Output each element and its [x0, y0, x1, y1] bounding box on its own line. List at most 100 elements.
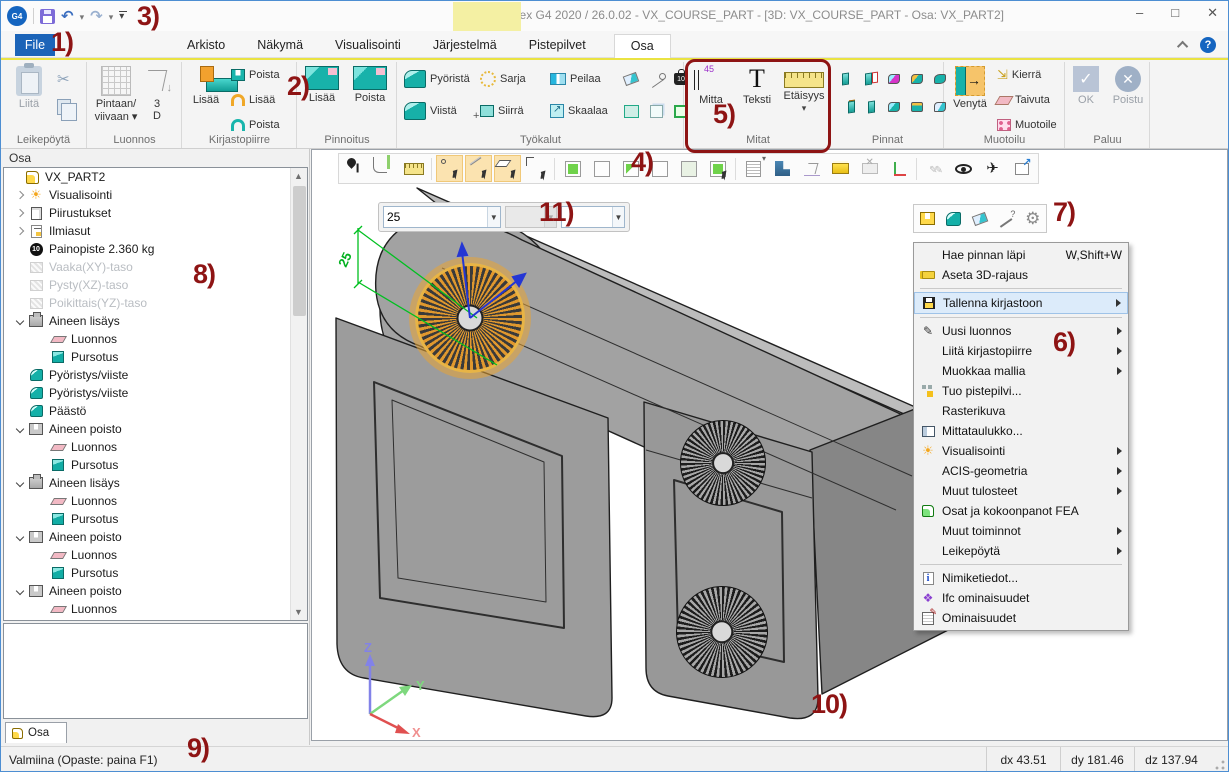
- tree-item[interactable]: Aineen lisäys: [4, 474, 307, 492]
- tree-item[interactable]: Pyöristys/viiste: [4, 384, 307, 402]
- tab-visualisointi[interactable]: Visualisointi: [319, 34, 417, 58]
- save-button[interactable]: [40, 9, 55, 24]
- tree-item[interactable]: Visualisointi: [4, 186, 307, 204]
- tree-item-root[interactable]: VX_PART2: [4, 168, 307, 186]
- panel-tab-osa[interactable]: Osa: [5, 722, 67, 743]
- surface-icon-1[interactable]: [840, 71, 856, 87]
- surface-icon-3[interactable]: [886, 71, 902, 87]
- expander-icon[interactable]: [12, 318, 28, 324]
- mirror-button[interactable]: Peilaa: [550, 70, 601, 88]
- tree-item[interactable]: 10Painopiste 2.360 kg: [4, 240, 307, 258]
- tab-jarjestelma[interactable]: Järjestelmä: [417, 34, 513, 58]
- tree-item[interactable]: Luonnos: [4, 330, 307, 348]
- app-logo-icon[interactable]: G4: [7, 6, 27, 26]
- text-button[interactable]: T Teksti: [737, 66, 777, 106]
- tree-item[interactable]: Pursotus: [4, 564, 307, 582]
- maximize-button[interactable]: □: [1171, 5, 1179, 21]
- expander-icon[interactable]: [12, 588, 28, 594]
- scrollbar-thumb[interactable]: [293, 186, 306, 316]
- chevron-down-icon[interactable]: ▼: [487, 207, 500, 227]
- chevron-down-icon[interactable]: ▼: [612, 207, 624, 227]
- measure-tool-button[interactable]: [650, 70, 666, 88]
- surface-icon-2[interactable]: [863, 71, 879, 87]
- tree-item[interactable]: Pursotus: [4, 456, 307, 474]
- tree-item[interactable]: Ilmiasut: [4, 222, 307, 240]
- expander-icon[interactable]: [12, 426, 28, 432]
- bend-button[interactable]: Taivuta: [997, 91, 1050, 109]
- paste-button[interactable]: Liitä: [3, 66, 55, 110]
- tree-item[interactable]: Pursotus: [4, 348, 307, 366]
- menu-item-liita-kirjastopiirre[interactable]: Liitä kirjastopiirre: [914, 341, 1128, 361]
- rotate-button[interactable]: Kierrä: [997, 66, 1041, 84]
- move-button[interactable]: Siirrä: [480, 102, 524, 120]
- close-button[interactable]: ✕: [1207, 5, 1218, 21]
- cut-button[interactable]: [57, 70, 70, 88]
- unit-input[interactable]: [562, 210, 612, 224]
- menu-item-tuo-pistepilvi[interactable]: Tuo pistepilvi...: [914, 381, 1128, 401]
- tree-item[interactable]: Aineen lisäys: [4, 312, 307, 330]
- library-remove2-button[interactable]: Poista: [231, 116, 280, 134]
- image-tool-button[interactable]: [624, 102, 639, 120]
- settings-gear-icon[interactable]: [1022, 208, 1044, 230]
- library-remove-button[interactable]: Poista: [231, 66, 280, 84]
- tree-item[interactable]: Luonnos: [4, 600, 307, 618]
- menu-item-visualisointi[interactable]: Visualisointi: [914, 441, 1128, 461]
- tree-item[interactable]: Vaaka(XY)-taso: [4, 258, 307, 276]
- wirecube-tool-button[interactable]: [650, 102, 663, 120]
- menu-item-leikepoyta[interactable]: Leikepöytä: [914, 541, 1128, 561]
- fillet-icon[interactable]: [943, 208, 965, 230]
- library-add-button[interactable]: Lisää: [231, 91, 275, 109]
- menu-item-mittataulukko[interactable]: Mittataulukko...: [914, 421, 1128, 441]
- surface-icon-7[interactable]: [863, 99, 879, 115]
- tree-item[interactable]: Luonnos: [4, 492, 307, 510]
- customize-toolbar-button[interactable]: [119, 10, 129, 22]
- tree-item[interactable]: Aineen poisto: [4, 528, 307, 546]
- stretch-button[interactable]: Venytä: [947, 66, 993, 110]
- exit-button[interactable]: ✕ Poistu: [1108, 66, 1148, 106]
- tree-item[interactable]: Luonnos: [4, 546, 307, 564]
- surface-icon-4[interactable]: [909, 71, 925, 87]
- menu-item-nimiketiedot[interactable]: iNimiketiedot...: [914, 568, 1128, 588]
- undo-button[interactable]: [61, 7, 74, 26]
- menu-item-ifc-ominaisuudet[interactable]: Ifc ominaisuudet: [914, 588, 1128, 608]
- tab-osa[interactable]: Osa: [614, 34, 671, 58]
- copy-button[interactable]: [57, 98, 71, 116]
- coating-remove-button[interactable]: Poista: [348, 66, 392, 104]
- distance-button[interactable]: Etäisyys: [779, 66, 829, 114]
- menu-item-hae-pinnan-lapi[interactable]: Hae pinnan läpiW,Shift+W: [914, 245, 1128, 265]
- surface-icon-9[interactable]: [909, 99, 925, 115]
- tree-item[interactable]: Piirustukset: [4, 204, 307, 222]
- chamfer-button[interactable]: Viistä: [404, 102, 457, 120]
- tree-item[interactable]: Luonnos: [4, 438, 307, 456]
- resize-grip[interactable]: [1214, 759, 1226, 771]
- eraser-icon[interactable]: [969, 208, 991, 230]
- knurled-boss-highlighted[interactable]: [415, 263, 525, 373]
- redo-button[interactable]: [90, 7, 103, 26]
- tab-arkisto[interactable]: Arkisto: [171, 34, 241, 58]
- dimension-value-combo[interactable]: ▼: [383, 206, 501, 228]
- menu-item-muokkaa-mallia[interactable]: Muokkaa mallia: [914, 361, 1128, 381]
- dimension-value-input[interactable]: [384, 210, 487, 224]
- menu-item-muut-tulosteet[interactable]: Muut tulosteet: [914, 481, 1128, 501]
- help-icon[interactable]: ?: [1200, 37, 1216, 53]
- scale-button[interactable]: Skaalaa: [550, 102, 608, 120]
- expander-icon[interactable]: [12, 534, 28, 540]
- tree-item[interactable]: Pursotus: [4, 510, 307, 528]
- redo-dropdown-icon[interactable]: [109, 7, 114, 25]
- menu-item-rasterikuva[interactable]: Rasterikuva: [914, 401, 1128, 421]
- tree-item[interactable]: Aineen poisto: [4, 582, 307, 600]
- measure-query-icon[interactable]: [995, 208, 1017, 230]
- expander-icon[interactable]: [12, 192, 28, 198]
- expander-icon[interactable]: [12, 210, 28, 216]
- library-feature-add-button[interactable]: Lisää: [185, 66, 227, 106]
- tree-item[interactable]: Päästö: [4, 402, 307, 420]
- ok-button[interactable]: ✓ OK: [1068, 66, 1104, 106]
- tree-item[interactable]: Poikittais(YZ)-taso: [4, 294, 307, 312]
- surface-icon-6[interactable]: [840, 99, 856, 115]
- file-menu-button[interactable]: File: [15, 34, 55, 56]
- menu-item-muut-toiminnot[interactable]: Muut toiminnot: [914, 521, 1128, 541]
- tree-scrollbar[interactable]: ▲▼: [290, 168, 307, 620]
- expander-icon[interactable]: [12, 228, 28, 234]
- tree-item[interactable]: Aineen poisto: [4, 420, 307, 438]
- menu-item-uusi-luonnos[interactable]: Uusi luonnos: [914, 321, 1128, 341]
